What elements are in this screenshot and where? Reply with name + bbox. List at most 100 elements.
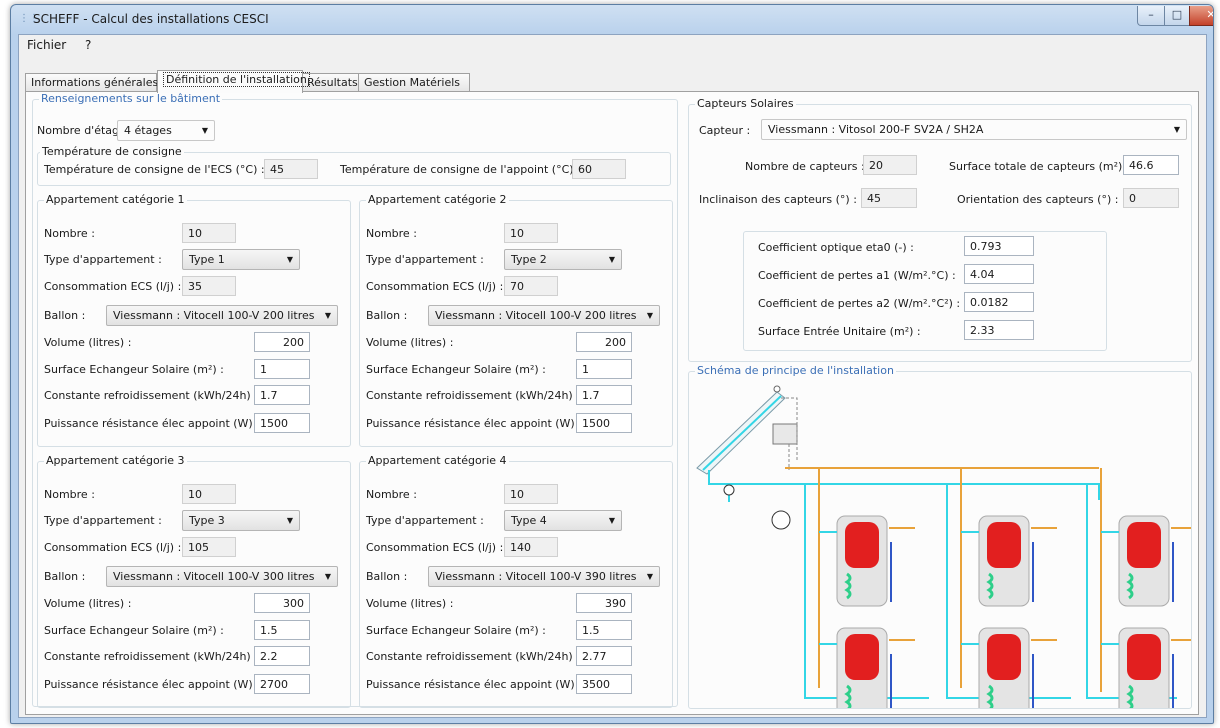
type-label: Type d'appartement :	[44, 514, 162, 527]
solar-loop-supply	[708, 470, 1100, 500]
orientation-field[interactable]: 0	[1123, 188, 1179, 208]
close-button[interactable]: ✕	[1189, 6, 1213, 26]
count-field[interactable]: 10	[504, 223, 558, 243]
tab-resultats[interactable]: Résultats	[301, 73, 360, 92]
tank-select[interactable]: Viessmann : Vitocell 100-V 300 litres ▼	[106, 566, 338, 587]
total-area-field[interactable]: 46.6	[1123, 155, 1179, 175]
collector-count-label: Nombre de capteurs :	[745, 160, 865, 173]
tank-select[interactable]: Viessmann : Vitocell 100-V 200 litres ▼	[428, 305, 660, 326]
ecs-consumption-field[interactable]: 35	[182, 276, 236, 296]
ecs-setpoint-field[interactable]: 45	[264, 159, 318, 179]
exchanger-field[interactable]: 1.5	[254, 620, 310, 640]
minimize-button[interactable]: –	[1137, 6, 1165, 26]
collector-model-value: Viessmann : Vitosol 200-F SV2A / SH2A	[768, 123, 984, 136]
power-field[interactable]: 1500	[576, 413, 632, 433]
unit-area-label: Surface Entrée Unitaire (m²) :	[758, 325, 921, 338]
chevron-down-icon: ▼	[1173, 125, 1180, 134]
title-bar[interactable]: ⋮⋮ SCHEFF - Calcul des installations CES…	[11, 5, 1213, 33]
a1-label: Coefficient de pertes a1 (W/m².°C) :	[758, 269, 956, 282]
apartment-group-4: Appartement catégorie 4 Nombre : 10 Type d'…	[359, 454, 673, 708]
maximize-button[interactable]: □	[1164, 6, 1190, 26]
exchanger-field[interactable]: 1	[576, 359, 632, 379]
power-field[interactable]: 2700	[254, 674, 310, 694]
menu-fichier[interactable]: Fichier	[27, 38, 66, 52]
tank-value: Viessmann : Vitocell 100-V 300 litres	[113, 570, 315, 583]
apartment-type-select[interactable]: Type 4 ▼	[504, 510, 622, 531]
eta0-field[interactable]: 0.793	[964, 236, 1034, 256]
tab-gestion-materiels[interactable]: Gestion Matériels	[358, 73, 470, 92]
count-field[interactable]: 10	[504, 484, 558, 504]
collector-count-field[interactable]: 20	[863, 155, 917, 175]
count-label: Nombre :	[366, 227, 417, 240]
schema-group: Schéma de principe de l'installation	[688, 364, 1192, 709]
count-field[interactable]: 10	[182, 484, 236, 504]
tab-informations-generales[interactable]: Informations générales	[25, 73, 158, 92]
ecs-consumption-field[interactable]: 140	[504, 537, 558, 557]
apartment-group-3: Appartement catégorie 3 Nombre : 10 Type d'…	[37, 454, 351, 708]
chevron-down-icon: ▼	[324, 311, 331, 320]
unit-area-field[interactable]: 2.33	[964, 320, 1034, 340]
power-label: Puissance résistance élec appoint (W) :	[366, 678, 582, 691]
apartment-group-1: Appartement catégorie 1 Nombre : 10 Type d'…	[37, 193, 351, 447]
tab-definition-installation[interactable]: Définition de l'installation	[157, 70, 310, 93]
tank-heat-zone	[1127, 634, 1161, 680]
tank-heat-zone	[845, 522, 879, 568]
menu-bar: Fichier ?	[19, 35, 1206, 55]
exchanger-field[interactable]: 1	[254, 359, 310, 379]
power-field[interactable]: 3500	[576, 674, 632, 694]
volume-field[interactable]: 200	[576, 332, 632, 352]
setpoint-group: Température de consigne Température de c…	[37, 145, 671, 186]
apartment-title: Appartement catégorie 1	[44, 193, 187, 206]
ecs-setpoint-label: Température de consigne de l'ECS (°C) :	[44, 163, 265, 176]
volume-field[interactable]: 300	[254, 593, 310, 613]
chevron-down-icon: ▼	[646, 311, 653, 320]
type-label: Type d'appartement :	[366, 514, 484, 527]
tilt-field[interactable]: 45	[861, 188, 917, 208]
client-area: Fichier ? Informations générales Définit…	[18, 34, 1207, 718]
tank-value: Viessmann : Vitocell 100-V 200 litres	[113, 309, 315, 322]
volume-field[interactable]: 390	[576, 593, 632, 613]
cooling-field[interactable]: 2.77	[576, 646, 632, 666]
exchanger-field[interactable]: 1.5	[576, 620, 632, 640]
power-label: Puissance résistance élec appoint (W) :	[366, 417, 582, 430]
tank-select[interactable]: Viessmann : Vitocell 100-V 390 litres ▼	[428, 566, 660, 587]
volume-field[interactable]: 200	[254, 332, 310, 352]
a1-field[interactable]: 4.04	[964, 264, 1034, 284]
total-area-label: Surface totale de capteurs (m²) :	[949, 160, 1130, 173]
apartment-type-select[interactable]: Type 2 ▼	[504, 249, 622, 270]
floors-select[interactable]: 4 étages ▼	[117, 120, 215, 141]
power-field[interactable]: 1500	[254, 413, 310, 433]
power-label: Puissance résistance élec appoint (W) :	[44, 417, 260, 430]
apartment-type-value: Type 4	[511, 514, 547, 527]
a2-field[interactable]: 0.0182	[964, 292, 1034, 312]
ecs-consumption-field[interactable]: 105	[182, 537, 236, 557]
chevron-down-icon: ▼	[201, 126, 208, 135]
backup-setpoint-field[interactable]: 60	[572, 159, 626, 179]
collector-model-select[interactable]: Viessmann : Vitosol 200-F SV2A / SH2A ▼	[761, 119, 1187, 140]
cooling-label: Constante refroidissement (kWh/24h) :	[366, 650, 580, 663]
count-field[interactable]: 10	[182, 223, 236, 243]
tank-label: Ballon :	[366, 570, 408, 583]
building-group-title: Renseignements sur le bâtiment	[39, 92, 223, 105]
count-label: Nombre :	[366, 488, 417, 501]
volume-label: Volume (litres) :	[366, 336, 454, 349]
apartment-type-select[interactable]: Type 3 ▼	[182, 510, 300, 531]
apartment-type-value: Type 1	[189, 253, 225, 266]
menu-help[interactable]: ?	[85, 38, 91, 52]
tank-heat-zone	[845, 634, 879, 680]
collector-model-label: Capteur :	[699, 124, 751, 137]
cooling-field[interactable]: 1.7	[254, 385, 310, 405]
expansion-vessel-icon	[771, 510, 791, 530]
cooling-field[interactable]: 2.2	[254, 646, 310, 666]
apartment-type-select[interactable]: Type 1 ▼	[182, 249, 300, 270]
orientation-label: Orientation des capteurs (°) :	[957, 193, 1119, 206]
ecs-consumption-field[interactable]: 70	[504, 276, 558, 296]
chevron-down-icon: ▼	[646, 572, 653, 581]
chevron-down-icon: ▼	[286, 255, 293, 264]
cooling-field[interactable]: 1.7	[576, 385, 632, 405]
apartment-type-value: Type 3	[189, 514, 225, 527]
ecs-consumption-label: Consommation ECS (l/j) :	[366, 280, 504, 293]
apartment-type-value: Type 2	[511, 253, 547, 266]
volume-label: Volume (litres) :	[44, 597, 132, 610]
tank-select[interactable]: Viessmann : Vitocell 100-V 200 litres ▼	[106, 305, 338, 326]
